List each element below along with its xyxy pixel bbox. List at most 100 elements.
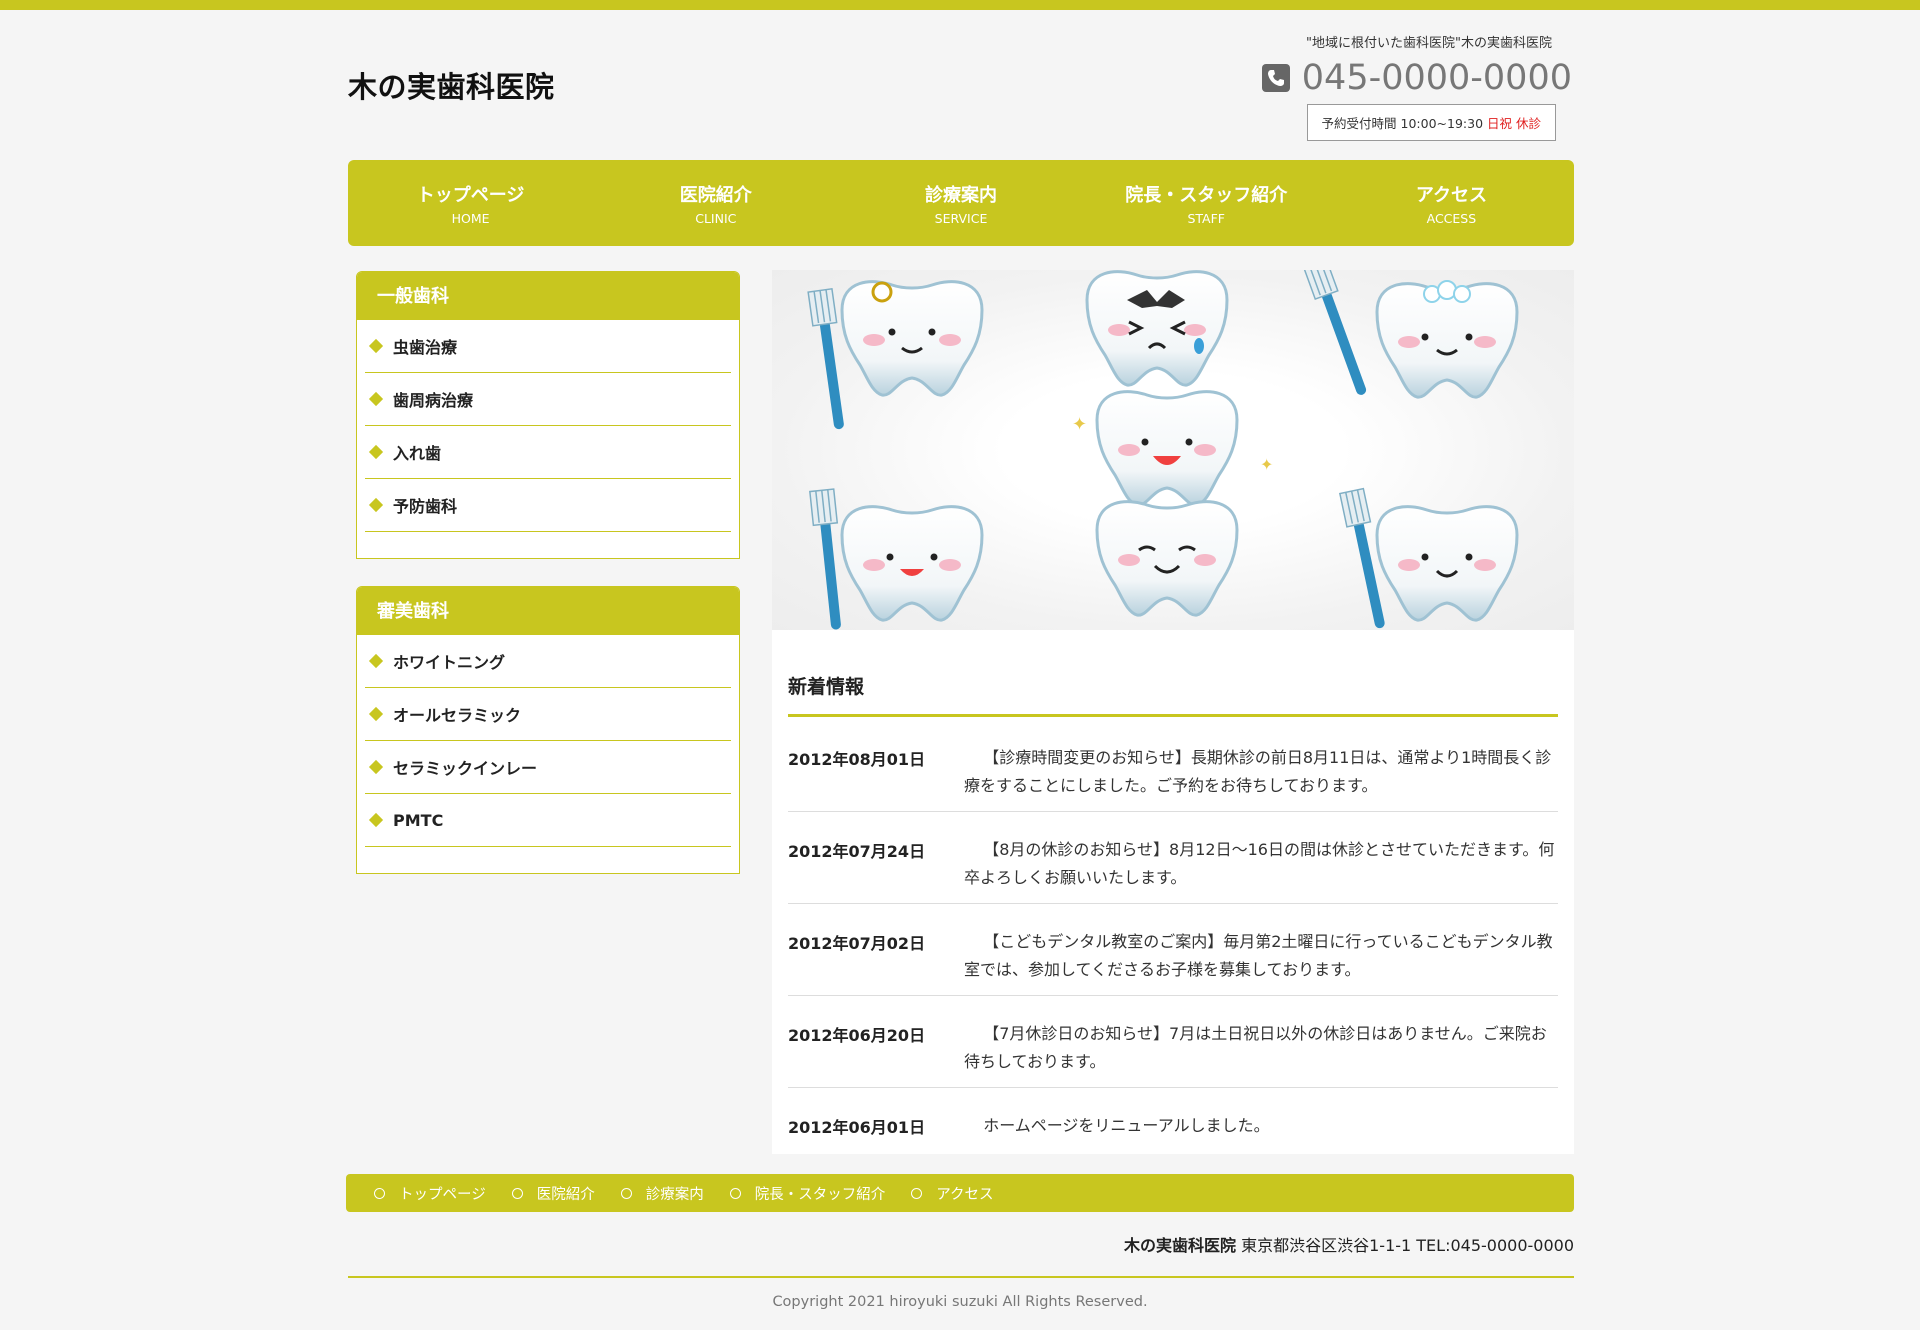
sidebar-item-label: ホワイトニング [393, 653, 506, 672]
news-date: 2012年06月20日 [788, 1026, 926, 1045]
news-date: 2012年07月24日 [788, 842, 926, 861]
nav-staff[interactable]: 院長・スタッフ紹介 STAFF [1084, 160, 1329, 246]
sidebar-item-all-ceramic[interactable]: オールセラミック [365, 688, 731, 741]
sidebar-item-cavity[interactable]: 虫歯治療 [365, 320, 731, 373]
sidebar-item-ceramic-inlay[interactable]: セラミックインレー [365, 741, 731, 794]
site-header: 木の実歯科医院 "地域に根付いた歯科医院"木の実歯科医院 045-0000-00… [348, 10, 1572, 150]
diamond-bullet-icon [368, 706, 384, 722]
news-item: 2012年07月24日 【8月の休診のお知らせ】8月12日～16日の間は休診とさ… [788, 812, 1558, 904]
footer-nav: トップページ 医院紹介 診療案内 院長・スタッフ紹介 アクセス [346, 1174, 1574, 1212]
diamond-bullet-icon [368, 759, 384, 775]
tooth-character-icon [1375, 280, 1519, 399]
nav-sublabel: HOME [451, 210, 490, 226]
footer-address-text: 東京都渋谷区渋谷1-1-1 TEL:045-0000-0000 [1241, 1236, 1574, 1255]
sidebar-item-preventive[interactable]: 予防歯科 [365, 479, 731, 532]
footer-nav-access[interactable]: アクセス [911, 1183, 994, 1204]
phone-number: 045-0000-0000 [1301, 58, 1572, 98]
footer-nav-service[interactable]: 診療案内 [620, 1183, 704, 1204]
footer-nav-label: トップページ [399, 1186, 486, 1203]
news-text: 【8月の休診のお知らせ】8月12日～16日の間は休診とさせていただきます。何卒よ… [964, 840, 1555, 887]
footer-address: 木の実歯科医院 東京都渋谷区渋谷1-1-1 TEL:045-0000-0000 [1124, 1232, 1574, 1256]
nav-sublabel: SERVICE [934, 210, 988, 226]
news-date: 2012年08月01日 [788, 750, 926, 769]
circle-bullet-icon [911, 1187, 923, 1199]
nav-sublabel: STAFF [1187, 210, 1225, 226]
tooth-characters-illustration: ✦ ✦ [807, 270, 1519, 630]
svg-text:✦: ✦ [1260, 455, 1273, 474]
svg-text:✦: ✦ [1072, 414, 1087, 435]
footer-nav-label: アクセス [936, 1186, 994, 1203]
top-accent-stripe [0, 0, 1920, 10]
tooth-character-icon [1375, 505, 1519, 622]
footer-nav-staff[interactable]: 院長・スタッフ紹介 [729, 1183, 886, 1204]
global-nav: トップページ HOME 医院紹介 CLINIC 診療案内 SERVICE 院長・… [348, 160, 1574, 246]
diamond-bullet-icon [368, 497, 384, 513]
reservation-hours: 予約受付時間 10:00~19:30 [1321, 116, 1484, 131]
nav-clinic[interactable]: 医院紹介 CLINIC [593, 160, 838, 246]
diamond-bullet-icon [368, 653, 384, 669]
news-divider [788, 714, 1558, 717]
nav-label: 診療案内 [925, 184, 997, 206]
hero-image-teeth: ✦ ✦ [772, 270, 1574, 630]
sidebar-item-label: 虫歯治療 [393, 338, 458, 357]
news-item: 2012年08月01日 【診療時間変更のお知らせ】長期休診の前日8月11日は、通… [788, 720, 1558, 812]
sidebar-item-label: 入れ歯 [393, 444, 442, 463]
nav-label: 院長・スタッフ紹介 [1125, 184, 1288, 206]
closed-days: 日祝 休診 [1487, 116, 1541, 131]
tooth-character-icon [840, 280, 984, 397]
sidebar-heading: 審美歯科 [357, 587, 739, 635]
nav-access[interactable]: アクセス ACCESS [1329, 160, 1574, 246]
footer-nav-label: 院長・スタッフ紹介 [754, 1186, 886, 1203]
news-text: 【こどもデンタル教室のご案内】毎月第2土曜日に行っているこどもデンタル教室では、… [964, 932, 1553, 979]
reservation-hours-box: 予約受付時間 10:00~19:30 日祝 休診 [1306, 104, 1556, 141]
nav-sublabel: ACCESS [1426, 210, 1477, 226]
circle-bullet-icon [374, 1187, 385, 1199]
news-text: ホームページをリニューアルしました。 [983, 1116, 1270, 1135]
footer-nav-home[interactable]: トップページ [374, 1183, 486, 1204]
footer-nav-clinic[interactable]: 医院紹介 [511, 1183, 595, 1204]
sidebar-item-pmtc[interactable]: PMTC [365, 794, 731, 847]
footer-nav-label: 診療案内 [645, 1186, 704, 1203]
tooth-character-icon [840, 505, 984, 622]
tooth-character-icon [1095, 500, 1239, 617]
nav-service[interactable]: 診療案内 SERVICE [838, 160, 1083, 246]
news-section: 新着情報 2012年08月01日 【診療時間変更のお知らせ】長期休診の前日8月1… [772, 630, 1574, 1154]
nav-home[interactable]: トップページ HOME [348, 160, 593, 246]
news-title: 新着情報 [788, 676, 865, 698]
sidebar-item-label: 予防歯科 [393, 497, 458, 516]
nav-label: 医院紹介 [679, 184, 752, 206]
nav-label: トップページ [416, 184, 525, 206]
toothbrush-icon [1302, 270, 1375, 400]
footer-nav-label: 医院紹介 [536, 1186, 595, 1203]
news-item: 2012年06月20日 【7月休診日のお知らせ】7月は土日祝日以外の休診日はあり… [788, 996, 1558, 1088]
sidebar-item-label: オールセラミック [393, 706, 522, 725]
phone-icon [1261, 64, 1290, 92]
diamond-bullet-icon [368, 391, 384, 407]
circle-bullet-icon [511, 1187, 523, 1199]
circle-bullet-icon [729, 1187, 741, 1199]
diamond-bullet-icon [368, 338, 384, 354]
sidebar-item-periodontal[interactable]: 歯周病治療 [365, 373, 731, 426]
sidebar-cosmetic-dentistry: 審美歯科 ホワイトニング オールセラミック セラミックインレー PMTC [356, 586, 740, 874]
tagline: "地域に根付いた歯科医院"木の実歯科医院 [1306, 36, 1552, 51]
toothbrush-icon [809, 488, 850, 630]
footer-clinic-name: 木の実歯科医院 [1124, 1236, 1237, 1255]
sidebar-heading: 一般歯科 [357, 272, 739, 320]
circle-bullet-icon [620, 1187, 632, 1199]
sidebar-item-label: セラミックインレー [393, 759, 538, 778]
site-title[interactable]: 木の実歯科医院 [348, 64, 555, 106]
sidebar-item-whitening[interactable]: ホワイトニング [365, 635, 731, 688]
phone-number-block[interactable]: 045-0000-0000 [1261, 58, 1572, 98]
news-item: 2012年06月01日 ホームページをリニューアルしました。 [788, 1088, 1558, 1179]
diamond-bullet-icon [368, 444, 384, 460]
news-text: 【診療時間変更のお知らせ】長期休診の前日8月11日は、通常より1時間長く診療をす… [964, 748, 1552, 795]
nav-sublabel: CLINIC [695, 210, 737, 226]
copyright: Copyright 2021 hiroyuki suzuki All Right… [772, 1294, 1148, 1310]
diamond-bullet-icon [368, 812, 384, 828]
sidebar-item-dentures[interactable]: 入れ歯 [365, 426, 731, 479]
news-list: 2012年08月01日 【診療時間変更のお知らせ】長期休診の前日8月11日は、通… [788, 720, 1558, 1179]
tooth-character-icon [1095, 390, 1239, 507]
news-text: 【7月休診日のお知らせ】7月は土日祝日以外の休診日はありません。ご来院お待ちして… [964, 1024, 1547, 1071]
footer-divider [348, 1276, 1574, 1278]
news-item: 2012年07月02日 【こどもデンタル教室のご案内】毎月第2土曜日に行っている… [788, 904, 1558, 996]
